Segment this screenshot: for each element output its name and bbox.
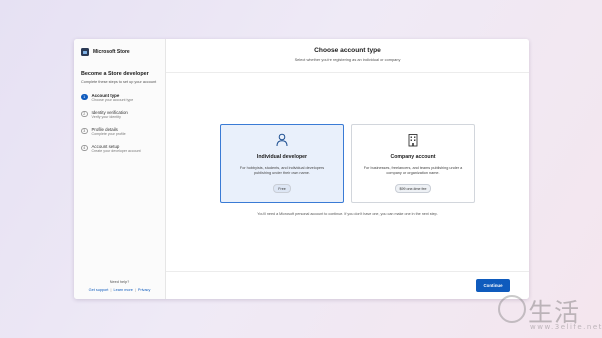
sidebar-title: Become a Store developer [81,71,149,77]
watermark-logo-icon [498,295,526,323]
step-profile-details[interactable]: 3 Profile details Complete your profile [81,127,158,144]
watermark: 生活 www.3elife.net [498,291,601,335]
card-description: For hobbyists, students, and individual … [239,166,325,176]
page-header: Choose account type Select whether you'r… [166,39,529,73]
price-badge: $99 one-time fee [394,184,432,194]
store-logo-icon [81,47,89,56]
sidebar: Microsoft Store Become a Store developer… [74,39,166,299]
step-account-type[interactable]: 1 Account type Choose your account type [81,93,158,110]
watermark-url: www.3elife.net [530,323,602,331]
footer-links: Get support | Learn more | Privacy [74,288,165,292]
page-title: Choose account type [314,47,381,54]
person-icon [221,133,343,147]
sidebar-footer: Need help? Get support | Learn more | Pr… [74,280,165,292]
card-title: Company account [390,154,436,160]
link-separator: | [110,288,112,292]
learn-more-link[interactable]: Learn more [113,288,132,292]
step-account-setup[interactable]: 4 Account setup Create your developer ac… [81,144,158,161]
card-title: Individual developer [256,154,308,160]
step-number: 4 [81,144,88,152]
sidebar-subtitle: Complete these steps to set up your acco… [81,80,157,84]
account-type-options: Individual developer For hobbyists, stud… [220,124,475,203]
account-note: You'll need a Microsoft personal account… [257,212,438,216]
link-separator: | [134,288,136,292]
footer-bar: Continue [166,271,529,299]
app-window: Microsoft Store Become a Store developer… [74,39,529,299]
main-panel: Choose account type Select whether you'r… [166,39,529,299]
step-desc: Create your developer account [91,149,141,154]
step-list: 1 Account type Choose your account type … [81,93,158,161]
individual-developer-card[interactable]: Individual developer For hobbyists, stud… [220,124,344,203]
step-number: 1 [81,93,88,101]
brand: Microsoft Store [81,46,158,57]
step-desc: Verify your identity [91,115,121,120]
get-support-link[interactable]: Get support [89,288,109,292]
page-subtitle: Select whether you're registering as an … [294,57,401,62]
step-desc: Choose your account type [91,98,134,103]
need-help-label: Need help? [109,280,130,284]
app-name: Microsoft Store [93,48,130,55]
step-identity-verification[interactable]: 2 Identity verification Verify your iden… [81,110,158,127]
step-number: 2 [81,110,88,118]
step-number: 3 [81,127,88,135]
price-badge: Free [273,184,291,194]
card-description: For businesses, freelancers, and teams p… [363,166,463,176]
privacy-link[interactable]: Privacy [138,288,150,292]
step-desc: Complete your profile [91,132,126,137]
building-icon [352,133,474,147]
company-account-card[interactable]: Company account For businesses, freelanc… [351,124,475,203]
